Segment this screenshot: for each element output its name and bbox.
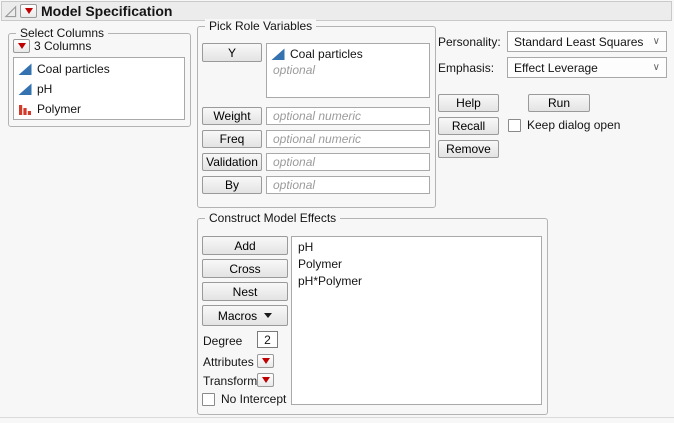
nominal-icon: [19, 105, 31, 115]
attributes-menu-button[interactable]: [257, 354, 274, 368]
continuous-icon: [18, 83, 32, 95]
freq-role-button[interactable]: Freq: [202, 130, 262, 148]
chevron-down-icon: ∨: [652, 61, 660, 73]
continuous-icon: [271, 48, 285, 60]
no-intercept-checkbox[interactable]: [202, 392, 215, 406]
columns-list: Coal particles pH Polymer: [13, 57, 185, 120]
construct-model-effects-label: Construct Model Effects: [205, 211, 341, 225]
freq-role-field[interactable]: optional numeric: [266, 130, 430, 148]
y-role-item[interactable]: Coal particles: [267, 44, 429, 63]
weight-role-placeholder: optional numeric: [273, 109, 362, 123]
personality-label: Personality:: [438, 35, 501, 49]
effect-item[interactable]: pH*Polymer: [298, 273, 541, 290]
validation-role-button[interactable]: Validation: [202, 153, 262, 171]
y-role-button[interactable]: Y: [202, 43, 262, 62]
degree-input[interactable]: 2: [257, 331, 278, 348]
by-role-placeholder: optional: [273, 178, 316, 192]
remove-button[interactable]: Remove: [438, 140, 499, 158]
add-button[interactable]: Add: [202, 236, 288, 255]
emphasis-value: Effect Leverage: [514, 60, 598, 75]
emphasis-label: Emphasis:: [438, 61, 495, 75]
red-triangle-icon: [261, 358, 270, 364]
cross-button[interactable]: Cross: [202, 259, 288, 278]
degree-label: Degree: [203, 334, 243, 348]
recall-button[interactable]: Recall: [438, 117, 499, 135]
red-triangle-icon: [261, 377, 270, 383]
pick-role-variables-label: Pick Role Variables: [205, 19, 317, 33]
by-role-field[interactable]: optional: [266, 176, 430, 194]
macros-button-label: Macros: [217, 308, 258, 323]
no-intercept-row: No Intercept: [202, 392, 286, 406]
keep-dialog-open-label: Keep dialog open: [527, 118, 621, 132]
macros-button[interactable]: Macros: [202, 305, 288, 326]
column-name: Coal particles: [37, 62, 110, 76]
personality-value: Standard Least Squares: [514, 34, 644, 49]
effect-item[interactable]: pH: [298, 239, 541, 256]
keep-dialog-open-checkbox[interactable]: [508, 118, 521, 132]
transform-menu-button[interactable]: [257, 373, 274, 387]
bottom-divider: [0, 417, 674, 418]
model-specification-dialog: { "header": { "title": "Model Specificat…: [0, 0, 674, 423]
column-item[interactable]: pH: [14, 79, 184, 99]
freq-role-placeholder: optional numeric: [273, 132, 362, 146]
continuous-icon: [18, 63, 32, 75]
transform-label: Transform: [203, 374, 258, 388]
y-role-item-name: Coal particles: [290, 46, 363, 61]
column-item[interactable]: Coal particles: [14, 59, 184, 79]
no-intercept-label: No Intercept: [221, 392, 287, 406]
y-role-placeholder: optional: [273, 63, 316, 77]
validation-role-placeholder: optional: [273, 155, 316, 169]
effect-item[interactable]: Polymer: [298, 256, 541, 273]
outline-disclosure-icon[interactable]: [4, 5, 17, 18]
columns-menu-button[interactable]: [13, 39, 30, 53]
attributes-label: Attributes: [203, 355, 254, 369]
page-title: Model Specification: [41, 3, 173, 19]
column-item[interactable]: Polymer: [14, 99, 184, 119]
validation-role-field[interactable]: optional: [266, 153, 430, 171]
red-triangle-icon: [24, 8, 33, 14]
column-name: pH: [37, 82, 53, 96]
columns-count: 3 Columns: [34, 39, 92, 53]
by-role-button[interactable]: By: [202, 176, 262, 194]
nest-button[interactable]: Nest: [202, 282, 288, 301]
weight-role-button[interactable]: Weight: [202, 107, 262, 125]
y-role-list[interactable]: Coal particles optional: [266, 43, 430, 98]
column-name: Polymer: [37, 102, 82, 116]
model-spec-menu-button[interactable]: [20, 4, 37, 18]
outline-header: Model Specification: [1, 1, 672, 21]
red-triangle-icon: [17, 43, 26, 49]
select-columns-label: Select Columns: [16, 26, 109, 40]
chevron-down-icon: ∨: [652, 35, 660, 47]
keep-dialog-open-row: Keep dialog open: [508, 118, 620, 132]
personality-select[interactable]: Standard Least Squares ∨: [507, 31, 667, 52]
help-button[interactable]: Help: [438, 94, 499, 112]
triangle-down-icon: [264, 313, 273, 318]
emphasis-select[interactable]: Effect Leverage ∨: [507, 57, 667, 78]
effects-list[interactable]: pH Polymer pH*Polymer: [291, 236, 542, 405]
run-button[interactable]: Run: [528, 94, 590, 112]
columns-count-row: 3 Columns: [13, 39, 91, 53]
weight-role-field[interactable]: optional numeric: [266, 107, 430, 125]
